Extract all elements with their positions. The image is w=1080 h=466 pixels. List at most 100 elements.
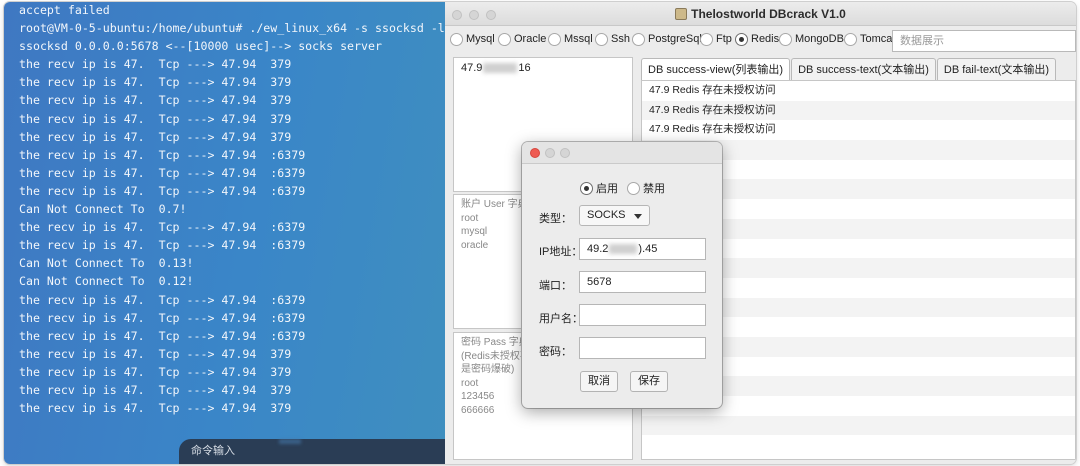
data-display-input[interactable]: 数据展示 (892, 30, 1076, 52)
radio-oracle[interactable]: Oracle (498, 32, 546, 46)
terminal-line: the recv ip is 47. Tcp ---> 47.94 379 (19, 401, 292, 416)
radio-circle[interactable] (632, 32, 645, 46)
ip-prefix: 49.2 (587, 243, 609, 255)
redaction (609, 244, 638, 255)
radio-tomcat[interactable]: Tomcat (844, 32, 895, 46)
radio-circle-selected[interactable] (580, 181, 593, 195)
radio-label: 启用 (596, 183, 618, 195)
radio-label: Redis (751, 33, 780, 45)
output-tabs: DB success-view(列表输出) DB success-text(文本… (641, 58, 1057, 80)
result-row[interactable]: 47.9 Redis 存在未授权访问 (642, 100, 1075, 121)
terminal-line: Can Not Connect To 0.13! (19, 256, 194, 271)
radio-label: Mysql (466, 33, 495, 45)
radio-disable[interactable]: 禁用 (627, 181, 665, 195)
terminal-line: the recv ip is 47. Tcp ---> 47.94 :6379 (19, 220, 306, 235)
window-titlebar: Thelostworld DBcrack V1.0 (445, 2, 1076, 26)
tab-fail-text[interactable]: DB fail-text(文本输出) (936, 58, 1056, 80)
dialog-close-button[interactable] (530, 148, 540, 158)
radio-circle[interactable] (498, 32, 511, 46)
terminal-window[interactable]: accept failed root@VM-0-5-ubuntu:/home/ub… (4, 2, 445, 464)
port-field[interactable]: 5678 (579, 271, 706, 293)
terminal-line: ssocksd 0.0.0.0:5678 <--[10000 usec]--> … (19, 39, 382, 54)
proxy-type-value: SOCKS (587, 209, 626, 221)
radio-label: Oracle (514, 33, 547, 45)
save-button[interactable]: 保存 (630, 371, 668, 392)
radio-label: 禁用 (643, 183, 665, 195)
window-title-text: Thelostworld DBcrack V1.0 (691, 7, 846, 21)
radio-ftp[interactable]: Ftp (700, 32, 732, 46)
radio-circle-selected[interactable] (735, 32, 748, 46)
password-field[interactable] (579, 337, 706, 359)
terminal-line: the recv ip is 47. Tcp ---> 47.94 :6379 (19, 238, 306, 253)
command-redaction (279, 439, 301, 444)
port-label: 端口： (539, 280, 572, 292)
type-label: 类型： (539, 213, 572, 225)
radio-redis[interactable]: Redis (735, 32, 779, 46)
app-icon (675, 8, 688, 20)
dialog-zoom-button[interactable] (560, 148, 570, 158)
terminal-line: the recv ip is 47. Tcp ---> 47.94 379 (19, 93, 292, 108)
terminal-line: the recv ip is 47. Tcp ---> 47.94 379 (19, 346, 292, 361)
terminal-line: the recv ip is 47. Tcp ---> 47.94 :6379 (19, 183, 306, 198)
command-input-label: 命令输入 (191, 445, 235, 457)
terminal-line: the recv ip is 47. Tcp ---> 47.94 :6379 (19, 147, 306, 162)
terminal-line: the recv ip is 47. Tcp ---> 47.94 :6379 (19, 165, 306, 180)
dialog-titlebar (522, 142, 722, 164)
result-row[interactable]: 47.9 Redis 存在未授权访问 (642, 81, 1075, 101)
result-row[interactable] (642, 435, 1075, 455)
terminal-output: accept failed root@VM-0-5-ubuntu:/home/ub… (19, 2, 445, 417)
terminal-line: the recv ip is 47. Tcp ---> 47.94 379 (19, 382, 292, 397)
ip-label: IP地址： (539, 246, 583, 258)
command-input-bar[interactable]: 命令输入 (179, 439, 445, 464)
terminal-line: the recv ip is 47. Tcp ---> 47.94 379 (19, 364, 292, 379)
radio-label: Mssql (564, 33, 593, 45)
radio-mysql[interactable]: Mysql (450, 32, 495, 46)
radio-circle[interactable] (779, 32, 792, 46)
ip-address-field[interactable]: 49.2 ).45 (579, 238, 706, 260)
username-field[interactable] (579, 304, 706, 326)
terminal-line: accept failed (19, 3, 110, 17)
ip-suffix: ).45 (638, 243, 658, 255)
radio-postgresql[interactable]: PostgreSql (632, 32, 702, 46)
tab-success-view[interactable]: DB success-view(列表输出) (641, 58, 791, 80)
radio-label: Tomcat (860, 33, 896, 45)
terminal-line: the recv ip is 47. Tcp ---> 47.94 :6379 (19, 328, 306, 343)
terminal-line: the recv ip is 47. Tcp ---> 47.94 379 (19, 111, 292, 126)
radio-circle[interactable] (844, 32, 857, 46)
radio-circle[interactable] (700, 32, 713, 46)
password-label: 密码： (539, 346, 572, 358)
terminal-line: root@VM-0-5-ubuntu:/home/ubuntu# ./ew_li… (19, 21, 445, 36)
radio-label: MongoDB (795, 33, 844, 45)
dialog-minimize-button[interactable] (545, 148, 555, 158)
radio-circle[interactable] (595, 32, 608, 46)
radio-label: Ssh (611, 33, 630, 45)
username-label: 用户名： (539, 313, 583, 325)
ip-list-item[interactable]: 47.9 16 (454, 58, 632, 78)
terminal-line: the recv ip is 47. Tcp ---> 47.94 379 (19, 57, 292, 72)
terminal-line: the recv ip is 47. Tcp ---> 47.94 379 (19, 75, 292, 90)
radio-label: PostgreSql (648, 33, 702, 45)
radio-enable[interactable]: 启用 (580, 181, 618, 195)
proxy-settings-dialog: 启用 禁用 类型： SOCKS IP地址： 49.2).45 端口： 5678 … (522, 142, 722, 408)
radio-circle[interactable] (450, 32, 463, 46)
terminal-line: the recv ip is 47. Tcp ---> 47.94 379 (19, 129, 292, 144)
terminal-line: the recv ip is 47. Tcp ---> 47.94 :6379 (19, 310, 306, 325)
radio-mssql[interactable]: Mssql (548, 32, 593, 46)
terminal-line: the recv ip is 47. Tcp ---> 47.94 :6379 (19, 292, 306, 307)
chevron-down-icon (634, 214, 642, 219)
cancel-button[interactable]: 取消 (580, 371, 618, 392)
terminal-line: Can Not Connect To 0.7! (19, 202, 187, 217)
result-row[interactable]: 47.9 Redis 存在未授权访问 (642, 120, 1075, 140)
proxy-type-select[interactable]: SOCKS (579, 205, 650, 226)
radio-circle[interactable] (627, 181, 640, 195)
screenshot-frame: accept failed root@VM-0-5-ubuntu:/home/ub… (4, 2, 1076, 464)
radio-mongodb[interactable]: MongoDB (779, 32, 844, 46)
result-row[interactable] (642, 415, 1075, 436)
radio-ssh[interactable]: Ssh (595, 32, 630, 46)
window-title: Thelostworld DBcrack V1.0 (445, 2, 1076, 26)
tab-success-text[interactable]: DB success-text(文本输出) (791, 58, 936, 80)
terminal-line: Can Not Connect To 0.12! (19, 274, 194, 289)
redaction (483, 63, 518, 74)
radio-label: Ftp (716, 33, 732, 45)
radio-circle[interactable] (548, 32, 561, 46)
